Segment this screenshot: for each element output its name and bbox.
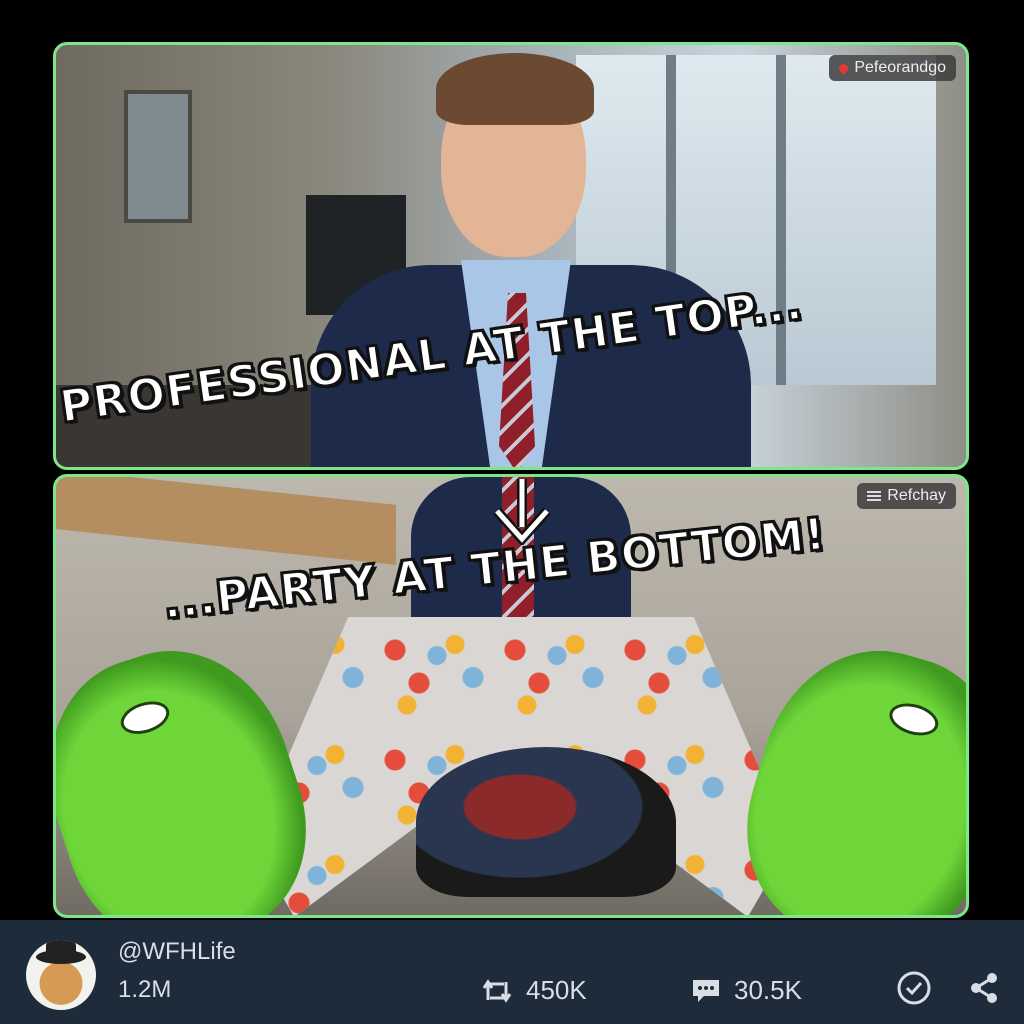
right-frog-slipper	[720, 624, 966, 915]
follower-count: 1.2M	[118, 976, 172, 1003]
retweet-icon	[482, 978, 512, 1003]
avatar[interactable]	[26, 940, 96, 1010]
comment-count: 30.5K	[734, 975, 802, 1005]
clothes-pile	[416, 747, 676, 897]
down-arrow-icon	[493, 479, 551, 545]
retweet-count: 450K	[526, 975, 587, 1005]
desk-edge	[56, 477, 396, 565]
retweet-button[interactable]: 450K	[480, 975, 587, 1006]
left-frog-slipper	[56, 622, 335, 915]
person-hair	[436, 53, 594, 125]
location-tag-label: Refchay	[887, 487, 946, 504]
location-tag-top[interactable]: Pefeorandgo	[829, 55, 956, 81]
user-handle[interactable]: @WFHLife	[118, 938, 236, 966]
location-tag-bottom[interactable]: Refchay	[857, 483, 956, 509]
location-pin-icon	[837, 61, 851, 75]
wall-picture	[124, 90, 192, 223]
location-tag-label: Pefeorandgo	[854, 59, 946, 76]
slipper-eye-icon	[116, 695, 174, 740]
share-icon[interactable]	[966, 970, 1002, 1006]
check-circle-icon[interactable]	[896, 970, 932, 1006]
comment-button[interactable]: 30.5K	[690, 975, 802, 1006]
comment-icon	[693, 979, 719, 1002]
slipper-eye-icon	[885, 698, 943, 741]
menu-lines-icon	[867, 491, 882, 501]
post-footer: @WFHLife 1.2M 450K 30.5K	[0, 920, 1024, 1024]
